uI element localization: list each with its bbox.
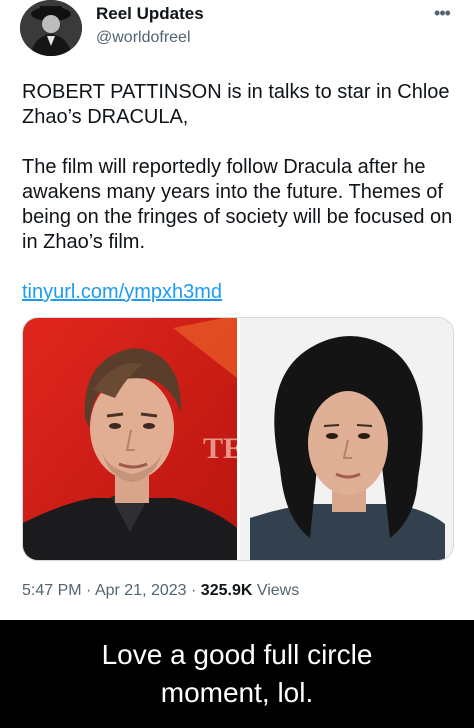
backdrop-text: TER bbox=[203, 432, 237, 465]
avatar[interactable] bbox=[20, 0, 82, 56]
tweet-date[interactable]: Apr 21, 2023 bbox=[95, 582, 187, 599]
display-name[interactable]: Reel Updates bbox=[96, 4, 204, 24]
tweet-text-paragraph-1: ROBERT PATTINSON is in talks to star in … bbox=[22, 81, 450, 128]
tweet-link[interactable]: tinyurl.com/ympxh3md bbox=[22, 281, 222, 304]
meme-caption: Love a good full circle moment, lol. bbox=[101, 639, 373, 708]
tweet-card: Reel Updates @worldofreel ••• ROBERT PAT… bbox=[0, 0, 474, 620]
meta-separator: · bbox=[191, 582, 197, 599]
media-grid[interactable]: TER bbox=[22, 317, 454, 561]
more-options-icon[interactable]: ••• bbox=[428, 4, 456, 22]
photo-woman[interactable] bbox=[240, 318, 453, 560]
tweet-text-paragraph-2: The film will reportedly follow Dracula … bbox=[22, 156, 453, 253]
caption-bar: Love a good full circle moment, lol. bbox=[0, 620, 474, 728]
tweet-time[interactable]: 5:47 PM bbox=[22, 582, 82, 599]
meta-separator: · bbox=[86, 582, 92, 599]
tweet-meta: 5:47 PM · Apr 21, 2023 · 325.9K Views bbox=[22, 582, 299, 600]
views-label: Views bbox=[256, 582, 300, 599]
views-count: 325.9K bbox=[200, 582, 253, 599]
photo-man[interactable]: TER bbox=[23, 318, 265, 560]
handle[interactable]: @worldofreel bbox=[96, 29, 191, 47]
